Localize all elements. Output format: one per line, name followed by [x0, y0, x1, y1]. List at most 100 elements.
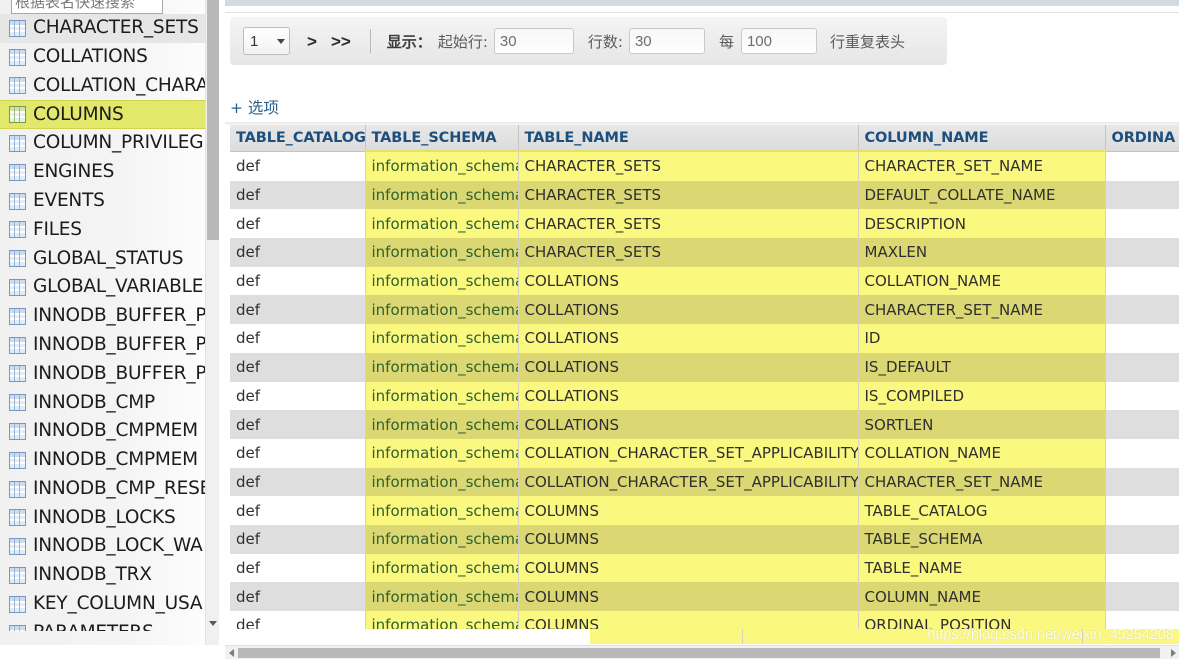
table-cell[interactable]: COLLATION_CHARACTER_SET_APPLICABILITY [518, 438, 859, 468]
table-cell[interactable]: CHARACTER_SET_NAME [858, 295, 1106, 325]
table-cell[interactable] [1105, 151, 1179, 181]
table-cell[interactable]: def [230, 295, 366, 325]
table-cell[interactable]: CHARACTER_SETS [518, 151, 859, 181]
table-cell[interactable]: TABLE_CATALOG [858, 496, 1106, 525]
table-row[interactable]: def information_schema COLLATIONS IS_DEFAUL… [230, 352, 1179, 382]
table-cell[interactable] [1105, 209, 1179, 239]
table-list-item[interactable]: COLUMNS [0, 100, 205, 130]
table-list-item[interactable]: INNODB_BUFFER_P [0, 360, 205, 389]
table-cell[interactable] [1105, 180, 1179, 210]
table-cell[interactable] [1105, 438, 1179, 468]
table-cell[interactable] [1105, 496, 1179, 525]
table-cell[interactable]: information_schema [365, 467, 519, 497]
table-cell[interactable] [1105, 238, 1179, 267]
table-cell[interactable]: def [230, 381, 366, 411]
table-row[interactable]: def information_schema COLUMNS TABLE_CATALO… [230, 496, 1179, 525]
table-cell[interactable]: COLLATIONS [518, 381, 859, 411]
column-header[interactable]: TABLE_SCHEMA [365, 125, 519, 152]
table-cell[interactable]: def [230, 352, 366, 382]
table-row[interactable]: def information_schema CHARACTER_SETS CHARA… [230, 151, 1179, 181]
table-list-item[interactable]: FILES [0, 216, 205, 245]
sidebar-vertical-scrollbar[interactable] [205, 0, 219, 645]
table-cell[interactable]: CHARACTER_SETS [518, 238, 859, 267]
next-page-button[interactable]: > [307, 33, 317, 50]
table-cell[interactable]: COLLATION_CHARACTER_SET_APPLICABILITY [518, 467, 859, 497]
table-list-item[interactable]: KEY_COLUMN_USA [0, 590, 205, 619]
table-row[interactable]: def information_schema COLLATIONS SORTLEN [230, 410, 1179, 439]
table-cell[interactable]: COLLATION_NAME [858, 438, 1106, 468]
table-list-item[interactable]: INNODB_TRX [0, 561, 205, 590]
table-cell[interactable]: DESCRIPTION [858, 209, 1106, 239]
table-cell[interactable] [1105, 381, 1179, 411]
table-cell[interactable] [1105, 467, 1179, 497]
table-row[interactable]: def information_schema COLLATION_CHARACTER… [230, 438, 1179, 468]
table-cell[interactable]: information_schema [365, 295, 519, 325]
table-cell[interactable]: information_schema [365, 324, 519, 353]
table-row[interactable]: def information_schema CHARACTER_SETS MAXLE… [230, 238, 1179, 267]
table-list-item[interactable]: COLLATIONS [0, 43, 205, 72]
table-cell[interactable]: COLLATIONS [518, 352, 859, 382]
table-list-item[interactable]: INNODB_CMPMEM [0, 446, 205, 475]
table-row[interactable]: def information_schema COLLATIONS ID [230, 324, 1179, 353]
table-list-item[interactable]: GLOBAL_STATUS [0, 244, 205, 273]
table-cell[interactable]: def [230, 438, 366, 468]
table-cell[interactable]: CHARACTER_SETS [518, 180, 859, 210]
table-cell[interactable] [1105, 352, 1179, 382]
table-search-box[interactable] [11, 0, 163, 14]
table-cell[interactable]: def [230, 496, 366, 525]
table-cell[interactable]: def [230, 180, 366, 210]
grid-scroll-right-arrow-icon[interactable] [1167, 646, 1179, 659]
table-row[interactable]: def information_schema COLUMNS TABLE_NAME [230, 553, 1179, 583]
table-cell[interactable]: COLUMNS [518, 553, 859, 583]
table-row[interactable]: def information_schema COLUMNS TABLE_SCHEMA [230, 524, 1179, 554]
table-cell[interactable]: def [230, 467, 366, 497]
table-cell[interactable]: information_schema [365, 352, 519, 382]
table-cell[interactable]: COLUMN_NAME [858, 582, 1106, 611]
table-cell[interactable]: COLLATION_NAME [858, 266, 1106, 296]
table-cell[interactable]: def [230, 524, 366, 554]
table-list-item[interactable]: PARAMETERS [0, 619, 205, 631]
table-cell[interactable] [1105, 582, 1179, 611]
table-cell[interactable] [1105, 410, 1179, 439]
table-cell[interactable]: information_schema [365, 180, 519, 210]
table-search-input[interactable] [11, 0, 163, 14]
table-list-item[interactable]: INNODB_CMP_RESE [0, 475, 205, 504]
table-cell[interactable]: DEFAULT_COLLATE_NAME [858, 180, 1106, 210]
table-cell[interactable]: information_schema [365, 553, 519, 583]
table-cell[interactable]: MAXLEN [858, 238, 1106, 267]
table-cell[interactable]: COLUMNS [518, 496, 859, 525]
table-list-item[interactable]: INNODB_BUFFER_P [0, 331, 205, 360]
table-row[interactable]: def information_schema COLLATION_CHARACTER… [230, 467, 1179, 497]
table-row[interactable]: def information_schema COLUMNS COLUMN_NAME [230, 582, 1179, 611]
table-cell[interactable] [1105, 324, 1179, 353]
table-cell[interactable]: COLUMNS [518, 582, 859, 611]
table-row[interactable]: def information_schema COLLATIONS COLLATION… [230, 266, 1179, 296]
table-cell[interactable]: SORTLEN [858, 410, 1106, 439]
table-cell[interactable] [1105, 524, 1179, 554]
grid-scroll-left-arrow-icon[interactable] [225, 646, 237, 659]
table-cell[interactable]: information_schema [365, 524, 519, 554]
table-list-item[interactable]: INNODB_BUFFER_P [0, 302, 205, 331]
column-header[interactable]: TABLE_NAME [518, 125, 859, 152]
table-list-item[interactable]: CHARACTER_SETS [0, 14, 205, 43]
row-count-input[interactable] [628, 28, 705, 54]
table-row[interactable]: def information_schema CHARACTER_SETS DESCR… [230, 209, 1179, 239]
table-cell[interactable]: information_schema [365, 266, 519, 296]
table-cell[interactable]: def [230, 324, 366, 353]
table-cell[interactable]: information_schema [365, 410, 519, 439]
table-row[interactable]: def information_schema COLLATIONS CHARACTER… [230, 295, 1179, 325]
sidebar-vertical-scroll-thumb[interactable] [207, 0, 219, 240]
table-cell[interactable]: COLUMNS [518, 524, 859, 554]
table-cell[interactable]: CHARACTER_SET_NAME [858, 467, 1106, 497]
options-toggle-link[interactable]: + 选项 [230, 96, 279, 118]
table-cell[interactable]: information_schema [365, 496, 519, 525]
start-row-input[interactable] [493, 28, 574, 54]
table-cell[interactable]: information_schema [365, 238, 519, 267]
table-cell[interactable]: def [230, 266, 366, 296]
table-cell[interactable]: def [230, 410, 366, 439]
table-cell[interactable]: COLLATIONS [518, 324, 859, 353]
table-cell[interactable]: CHARACTER_SETS [518, 209, 859, 239]
table-cell[interactable]: information_schema [365, 381, 519, 411]
table-cell[interactable]: IS_DEFAULT [858, 352, 1106, 382]
table-cell[interactable]: IS_COMPILED [858, 381, 1106, 411]
